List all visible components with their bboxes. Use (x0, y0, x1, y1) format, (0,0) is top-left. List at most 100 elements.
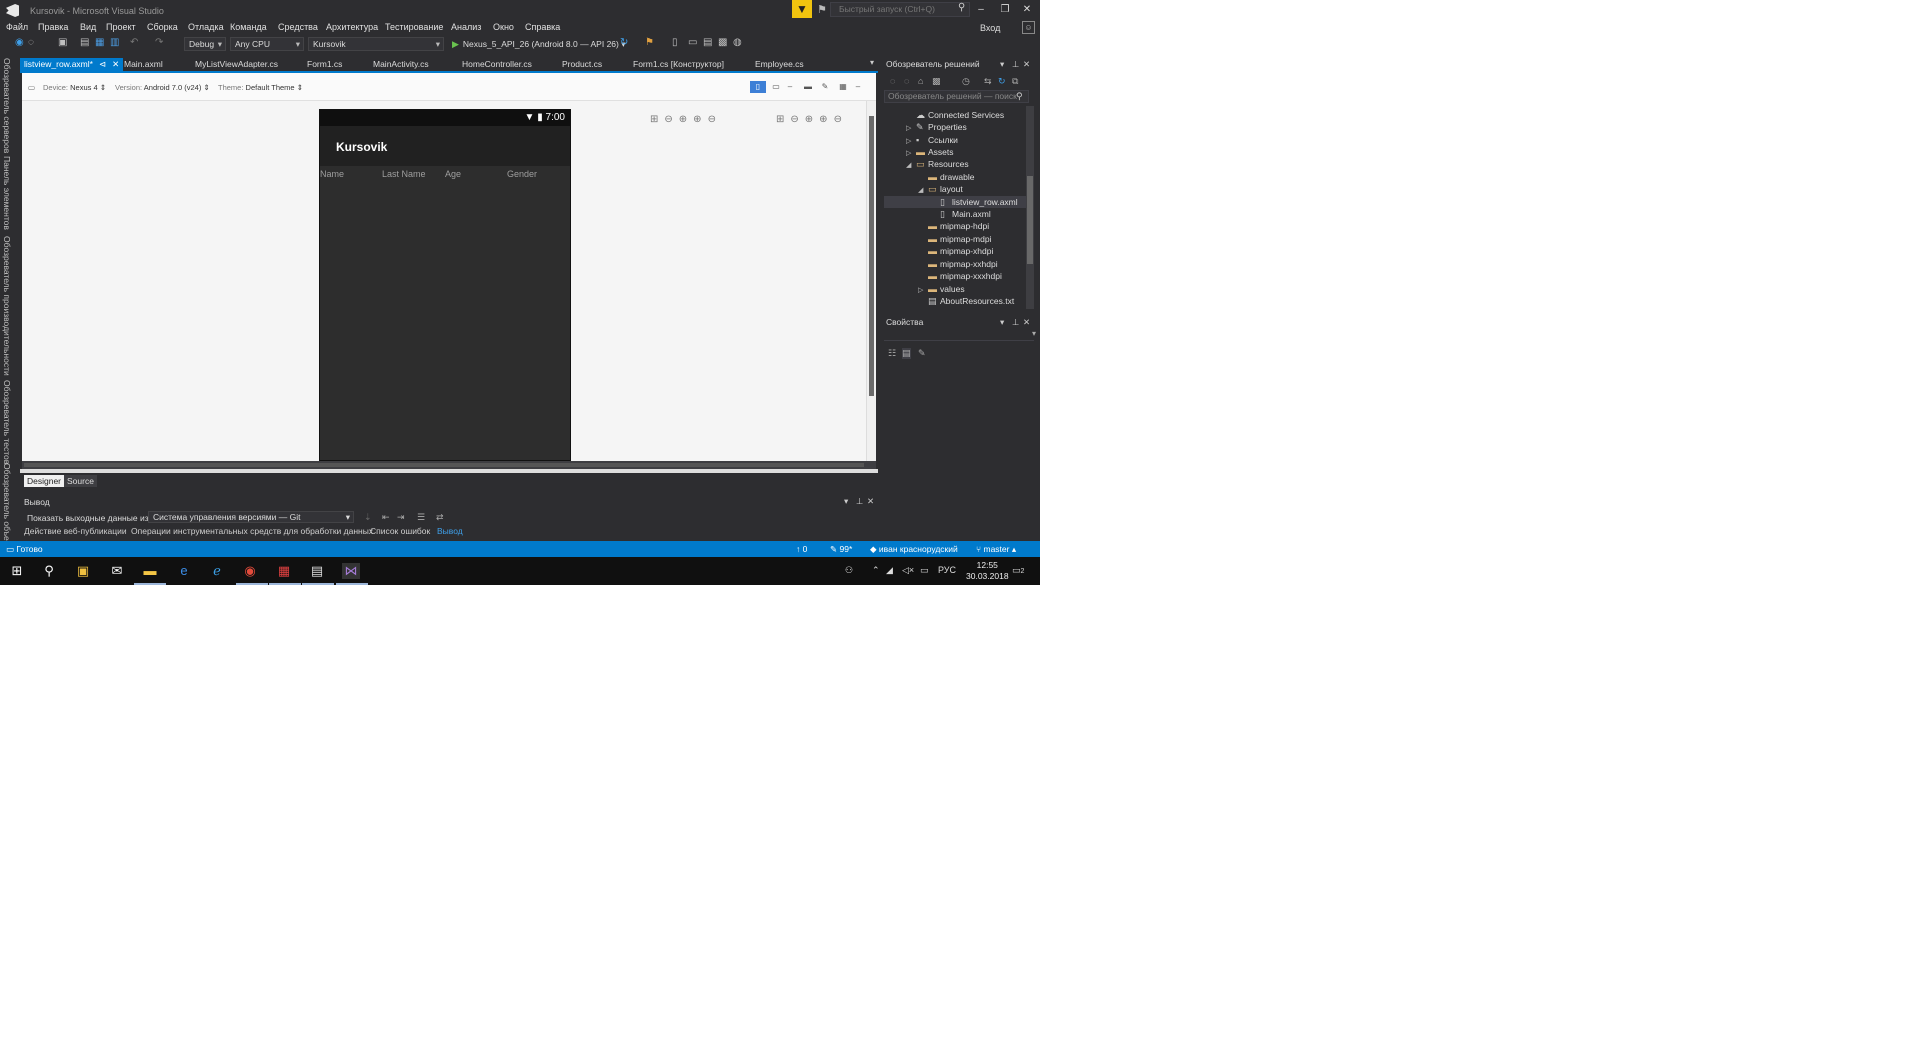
zoom-in-more-icon[interactable]: ⊕ (819, 114, 827, 125)
menu-analyze[interactable]: Анализ (451, 22, 481, 32)
tree-item-properties[interactable]: ▷ ✎ Properties (906, 121, 967, 133)
column-gender[interactable]: Gender (507, 169, 537, 179)
taskbar-clock[interactable]: 12:55 30.03.2018 (966, 560, 1009, 582)
pin-icon[interactable]: ⊥ (1012, 317, 1019, 328)
windows-start-icon[interactable]: ⊞ (8, 563, 26, 579)
sync-icon[interactable]: ⇆ (984, 76, 992, 87)
network-icon[interactable]: ◢ (886, 565, 893, 576)
notification-flag-icon[interactable]: ⚑ (817, 3, 827, 16)
scroll-thumb[interactable] (1027, 176, 1033, 264)
tab-form1-designer[interactable]: Form1.cs [Конструктор] (629, 58, 728, 71)
zoom-reset-icon[interactable]: ⊖ (708, 114, 716, 125)
tree-item-main-axml[interactable]: ▯ Main.axml (940, 208, 991, 220)
close-icon[interactable]: ✕ (1023, 59, 1030, 70)
zoom-in-more-icon[interactable]: ⊕ (693, 114, 701, 125)
mail-icon[interactable]: ✉ (108, 563, 126, 579)
refresh-icon[interactable]: ↻ (998, 76, 1006, 87)
close-icon[interactable]: ✕ (1023, 317, 1030, 328)
menu-view[interactable]: Вид (80, 22, 96, 32)
app-icon[interactable]: ▦ (275, 563, 293, 579)
theme-select[interactable]: Theme: Default Theme ⇕ (218, 83, 303, 92)
tree-item-assets[interactable]: ▷ ▬ Assets (906, 146, 954, 158)
grid-icon[interactable]: ▦ (835, 81, 851, 93)
tab-employee[interactable]: Employee.cs (751, 58, 808, 71)
tree-item-references[interactable]: ▷ ▪ Ссылки (906, 134, 958, 146)
close-icon[interactable]: ✕ (112, 59, 119, 69)
alphabetical-icon[interactable]: ▤ (902, 348, 911, 359)
tab-mainactivity[interactable]: MainActivity.cs (369, 58, 433, 71)
toggle-icon[interactable]: – (782, 81, 798, 93)
pending-changes-icon[interactable]: ◷ (962, 76, 970, 87)
find-icon[interactable]: ⇣ (364, 512, 372, 523)
search-icon[interactable]: ⚲ (40, 563, 58, 579)
zoom-in-icon[interactable]: ⊕ (805, 114, 813, 125)
column-last-name[interactable]: Last Name (382, 169, 426, 179)
clear-all-icon[interactable]: ☰ (417, 512, 425, 523)
search-icon[interactable]: ⚲ (1016, 91, 1023, 102)
resource-icon[interactable]: ▬ (800, 81, 816, 93)
tab-overflow-dropdown-icon[interactable]: ▾ (870, 58, 874, 67)
tree-item-layout[interactable]: ◢ ▭ layout (918, 183, 963, 195)
tab-homecontroller[interactable]: HomeController.cs (458, 58, 536, 71)
back-icon[interactable]: ◌ (890, 76, 895, 86)
browser-link-icon[interactable]: ⚑ (645, 37, 654, 48)
refresh-icon[interactable]: ↻ (620, 37, 628, 48)
tree-item-connected-services[interactable]: ☁ Connected Services (906, 109, 1004, 121)
tab-output[interactable]: Вывод (437, 526, 463, 536)
tab-product[interactable]: Product.cs (558, 58, 606, 71)
column-age[interactable]: Age (445, 169, 461, 179)
tree-item-mipmap-xhdpi[interactable]: ▬ mipmap-xhdpi (918, 245, 993, 257)
restore-button[interactable]: ❐ (996, 2, 1014, 17)
tab-error-list[interactable]: Список ошибок (370, 526, 430, 536)
fit-icon[interactable]: ⊞ (650, 114, 658, 125)
new-project-icon[interactable]: ▣ (58, 37, 67, 48)
categorized-icon[interactable]: ☷ (888, 348, 896, 359)
zoom-out-icon[interactable]: ⊖ (664, 114, 672, 125)
portrait-orientation-button[interactable]: ▯ (750, 81, 766, 93)
tab-designer[interactable]: Designer (24, 475, 65, 487)
tab-source[interactable]: Source (64, 475, 97, 487)
menu-architecture[interactable]: Архитектура (326, 22, 378, 32)
collapse-icon[interactable]: – (850, 81, 866, 93)
tree-item-mipmap-xxhdpi[interactable]: ▬ mipmap-xxhdpi (918, 258, 998, 270)
panel-dropdown-icon[interactable]: ▾ (844, 496, 848, 507)
people-icon[interactable]: ⚇ (845, 565, 853, 576)
file-explorer-icon[interactable]: ▬ (141, 563, 159, 579)
android-device-icon[interactable]: ▯ (672, 37, 678, 48)
filter-icon[interactable]: ▼ (792, 0, 812, 18)
tree-item-values[interactable]: ▷ ▬ values (918, 283, 965, 295)
forward-icon[interactable]: ◌ (904, 76, 909, 86)
account-icon[interactable]: ☺ (1022, 21, 1035, 34)
performance-explorer-tab[interactable]: Обозреватель производительности (2, 236, 12, 376)
zoom-out-icon[interactable]: ⊖ (790, 114, 798, 125)
device-select[interactable]: Device: Nexus 4 ⇕ (43, 83, 106, 92)
open-icon[interactable]: ▤ (80, 37, 89, 48)
minimize-button[interactable]: ‒ (972, 2, 990, 17)
tree-item-mipmap-mdpi[interactable]: ▬ mipmap-mdpi (918, 233, 992, 245)
chrome-icon[interactable]: ◉ (241, 563, 259, 579)
scroll-thumb[interactable] (24, 463, 864, 467)
configuration-select[interactable]: Debug ▾ (184, 37, 226, 51)
sdk-manager-icon[interactable]: ▤ (703, 37, 712, 48)
panel-dropdown-icon[interactable]: ▾ (1000, 59, 1004, 70)
menu-file[interactable]: Файл (6, 22, 28, 32)
emulator-icon[interactable]: ◍ (733, 37, 742, 48)
tab-web-publish[interactable]: Действие веб-публикации (24, 526, 127, 536)
server-explorer-tab[interactable]: Обозреватель серверов (2, 58, 12, 153)
forward-icon[interactable]: ◌ (28, 37, 34, 48)
tree-item-drawable[interactable]: ▬ drawable (918, 171, 975, 183)
close-icon[interactable]: ✕ (867, 496, 874, 507)
menu-project[interactable]: Проект (106, 22, 136, 32)
pin-icon[interactable]: ⊥ (856, 496, 863, 507)
pending-changes[interactable]: ✎ 99* (830, 544, 852, 555)
menu-tools[interactable]: Средства (278, 22, 318, 32)
solution-search-input[interactable]: Обозреватель решений — поиск (884, 90, 1029, 103)
prev-message-icon[interactable]: ⇤ (382, 512, 390, 523)
tab-listview-row[interactable]: listview_row.axml* ⊲ ✕ (20, 58, 124, 71)
next-message-icon[interactable]: ⇥ (397, 512, 405, 523)
tab-data-tools[interactable]: Операции инструментальных средств для об… (131, 526, 373, 536)
language-indicator[interactable]: РУС (938, 565, 956, 575)
volume-icon[interactable]: ◁× (902, 565, 914, 576)
tab-form1-cs[interactable]: Form1.cs (303, 58, 346, 71)
menu-window[interactable]: Окно (493, 22, 514, 32)
